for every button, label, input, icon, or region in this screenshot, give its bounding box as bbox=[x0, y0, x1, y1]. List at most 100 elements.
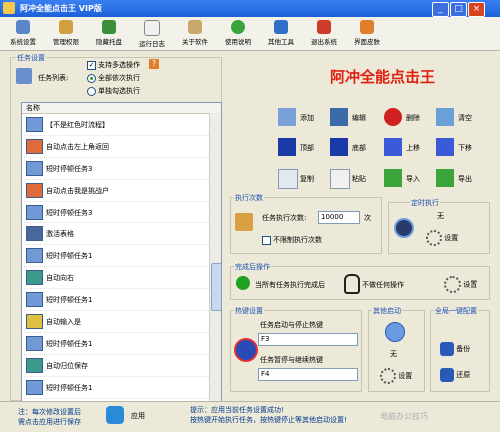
task-icon bbox=[26, 292, 43, 308]
task-icon bbox=[26, 248, 43, 264]
list-item[interactable]: 短时停顿任务1 bbox=[22, 245, 221, 268]
timer-settings-button[interactable]: 设置 bbox=[426, 230, 458, 246]
toolbar-system-settings-button[interactable]: 系统设置 bbox=[2, 20, 44, 48]
copy-button[interactable]: 复制 bbox=[278, 168, 330, 190]
toolbar-exit-button[interactable]: 退出系统 bbox=[303, 20, 345, 48]
gear-icon bbox=[444, 276, 461, 293]
help-badge-icon[interactable]: ? bbox=[149, 59, 159, 69]
import-button[interactable]: 导入 bbox=[384, 168, 436, 190]
list-item[interactable]: 激活表格 bbox=[22, 223, 221, 246]
apply-button[interactable]: 应用 bbox=[131, 411, 145, 421]
arrow-up-icon bbox=[384, 138, 402, 156]
app-icon bbox=[3, 2, 15, 14]
radio-run-single[interactable]: 单独勾选执行 bbox=[87, 86, 140, 96]
toolbar-skin-button[interactable]: 界面皮肤 bbox=[346, 20, 388, 48]
click-icon bbox=[26, 182, 43, 198]
task-icon bbox=[26, 204, 43, 220]
toolbar-permissions-button[interactable]: 管理权限 bbox=[45, 20, 87, 48]
tools-icon bbox=[274, 20, 288, 34]
task-list-label: 任务列表: bbox=[38, 74, 69, 82]
delete-icon bbox=[384, 108, 402, 126]
paste-button[interactable]: 粘贴 bbox=[330, 168, 382, 190]
window-icon bbox=[26, 226, 43, 242]
backup-icon bbox=[440, 342, 454, 356]
other-start-label: 其他启动 bbox=[372, 306, 402, 316]
move-top-button[interactable]: 顶部 bbox=[278, 137, 330, 159]
hotkey-icon bbox=[234, 338, 258, 362]
task-settings-label: 任务设置 bbox=[16, 53, 46, 63]
note-line-2: 需点击应用进行保存 bbox=[18, 418, 81, 426]
paste-icon bbox=[330, 169, 350, 189]
multi-select-checkbox[interactable]: ✓ 支持多选操作 bbox=[87, 60, 140, 70]
checkbox-empty-icon bbox=[262, 235, 271, 245]
apply-icon bbox=[106, 406, 124, 424]
task-list[interactable]: 名称 【不是红色时流程】 自动点击左上角返回 短时停顿任务3 自动点击我是挑战户… bbox=[21, 102, 222, 403]
clear-icon bbox=[436, 108, 454, 126]
move-up-button[interactable]: 上移 bbox=[384, 137, 436, 159]
after-done-action[interactable]: 不做任何操作 bbox=[362, 280, 404, 290]
minimize-button[interactable]: _ bbox=[432, 2, 449, 17]
toolbar-help-button[interactable]: 使用说明 bbox=[217, 20, 259, 48]
toolbar-other-tools-button[interactable]: 其他工具 bbox=[260, 20, 302, 48]
restore-button[interactable]: 还原 bbox=[440, 368, 470, 382]
list-scrollbar[interactable] bbox=[209, 113, 221, 402]
radio-run-all[interactable]: 全部依次执行 bbox=[87, 73, 140, 83]
start-stop-hotkey-input[interactable]: F3 bbox=[258, 333, 358, 346]
task-icon bbox=[26, 335, 43, 351]
list-item[interactable]: 短时停顿任务1 bbox=[22, 377, 221, 399]
task-count-input[interactable]: 10000 bbox=[318, 211, 360, 224]
tip-line-2: 按热键开始执行任务，按热键停止等其他启动设置! bbox=[190, 416, 347, 424]
app-name: 阿冲全能点击王 bbox=[330, 68, 436, 86]
list-item[interactable]: 自动归位保存 bbox=[22, 355, 221, 377]
close-button[interactable]: × bbox=[468, 2, 485, 17]
after-done-label: 完成后操作 bbox=[234, 262, 271, 272]
list-item[interactable]: 短时停顿任务3 bbox=[22, 158, 221, 180]
export-icon bbox=[436, 169, 454, 187]
move-down-button[interactable]: 下移 bbox=[436, 137, 488, 159]
maximize-button[interactable]: □ bbox=[450, 2, 467, 17]
toolbar: 系统设置 管理权限 隐藏托盘 运行日志 关于软件 使用说明 其他工具 退出系统 … bbox=[0, 17, 500, 51]
other-start-settings-button[interactable]: 设置 bbox=[380, 368, 412, 384]
scrollbar-thumb[interactable] bbox=[211, 263, 221, 311]
list-item[interactable]: 短时停顿任务1 bbox=[22, 333, 221, 355]
list-item[interactable]: 短时停顿任务1 bbox=[22, 289, 221, 312]
export-button[interactable]: 导出 bbox=[436, 168, 488, 190]
global-config-label: 全局一键配置 bbox=[434, 306, 478, 316]
import-icon bbox=[384, 169, 402, 187]
watermark: 电脑办公技巧 bbox=[380, 412, 428, 421]
hotkeys-label: 热键设置 bbox=[234, 306, 264, 316]
list-item[interactable]: 短时停顿任务3 bbox=[22, 202, 221, 224]
after-done-settings-button[interactable]: 设置 bbox=[444, 276, 477, 293]
list-item[interactable]: 自动向右 bbox=[22, 267, 221, 290]
move-bottom-button[interactable]: 底部 bbox=[330, 137, 382, 159]
status-bar: 注：每次修改设置后 需点击应用进行保存 应用 提示：应用当前任务设置成功! 按热… bbox=[0, 401, 500, 432]
list-item[interactable]: 自动输入是 bbox=[22, 311, 221, 333]
input-icon bbox=[26, 314, 43, 330]
add-button[interactable]: 添加 bbox=[278, 107, 330, 129]
start-stop-hotkey-label: 任务启动与停止热键 bbox=[260, 321, 323, 329]
monitor-icon bbox=[16, 20, 30, 34]
gear-icon bbox=[426, 230, 442, 246]
arrow-bottom-icon bbox=[330, 138, 348, 156]
toolbar-run-log-button[interactable]: 运行日志 bbox=[131, 20, 173, 48]
list-item[interactable]: 自动点击我是挑战户 bbox=[22, 180, 221, 202]
list-item[interactable]: 自动点击左上角返回 bbox=[22, 136, 221, 158]
list-item[interactable]: 【不是红色时流程】 bbox=[22, 114, 221, 136]
exit-icon bbox=[317, 20, 331, 34]
exec-count-label: 执行次数 bbox=[234, 193, 264, 203]
pause-hotkey-label: 任务暂停与继续热键 bbox=[260, 356, 323, 364]
pause-hotkey-input[interactable]: F4 bbox=[258, 368, 358, 381]
toolbar-about-button[interactable]: 关于软件 bbox=[174, 20, 216, 48]
list-header: 名称 bbox=[22, 103, 221, 114]
toolbar-hide-tray-button[interactable]: 隐藏托盘 bbox=[88, 20, 130, 48]
edit-button[interactable]: 编辑 bbox=[330, 107, 382, 129]
unlimited-checkbox[interactable]: 不限制执行次数 bbox=[262, 235, 322, 245]
edit-icon bbox=[330, 108, 348, 126]
clear-button[interactable]: 清空 bbox=[436, 107, 488, 129]
gear-icon bbox=[380, 368, 396, 384]
checkbox-check-icon: ✓ bbox=[87, 60, 96, 70]
task-icon bbox=[26, 379, 43, 395]
backup-button[interactable]: 备份 bbox=[440, 342, 470, 356]
timer-status: 无 bbox=[437, 212, 444, 220]
delete-button[interactable]: 删除 bbox=[384, 107, 436, 129]
